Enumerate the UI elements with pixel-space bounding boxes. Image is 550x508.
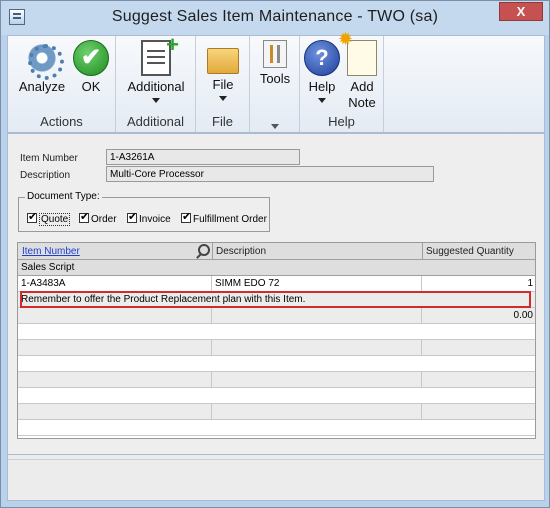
- checkmark-icon: ✔: [73, 40, 109, 76]
- group-expand-tools[interactable]: [250, 118, 299, 129]
- ribbon-group-file: File File: [196, 36, 250, 132]
- file-button[interactable]: File: [200, 40, 246, 101]
- file-label: File: [212, 77, 234, 92]
- lookup-icon[interactable]: [198, 244, 210, 256]
- table-row[interactable]: 1-A3483A SIMM EDO 72 1: [18, 276, 535, 292]
- table-row[interactable]: 0.00: [18, 308, 535, 324]
- additional-label: Additional: [127, 79, 185, 94]
- quote-label: Quote: [39, 213, 71, 226]
- help-icon: ?: [304, 40, 340, 76]
- suggested-quantity-column-header: Suggested Quantity: [426, 246, 514, 257]
- sales-script-row[interactable]: [18, 420, 535, 436]
- group-label-additional: Additional: [126, 114, 185, 129]
- group-label-actions: Actions: [40, 114, 83, 129]
- table-row[interactable]: [18, 404, 535, 420]
- gear-icon: [24, 40, 64, 80]
- table-row[interactable]: [18, 372, 535, 388]
- ribbon-group-tools: Tools: [250, 36, 300, 132]
- description-label: Description: [20, 170, 71, 181]
- table-row[interactable]: [18, 340, 535, 356]
- item-number-label: Item Number: [20, 153, 78, 164]
- items-grid: Item Number Description Suggested Quanti…: [17, 242, 536, 439]
- order-label: Order: [91, 214, 117, 225]
- title-bar: Suggest Sales Item Maintenance - TWO (sa…: [1, 1, 549, 35]
- dropdown-arrow-icon: [152, 98, 160, 103]
- fulfillment-order-label: Fulfillment Order: [193, 214, 267, 225]
- dropdown-arrow-icon: [318, 98, 326, 103]
- column-divider: [212, 243, 213, 260]
- highlight-box: [20, 291, 531, 308]
- note-icon: [338, 29, 377, 76]
- chevron-down-icon: [270, 124, 279, 129]
- item-number-cell[interactable]: 1-A3483A: [18, 276, 212, 292]
- help-button[interactable]: ? Help: [302, 40, 342, 103]
- quantity-cell[interactable]: 0.00: [422, 308, 536, 324]
- item-number-column-link[interactable]: Item Number: [22, 246, 80, 257]
- ribbon-group-additional: Additional Additional: [116, 32, 196, 132]
- checkbox-checked-icon: [27, 210, 37, 223]
- item-number-cell[interactable]: [18, 308, 212, 324]
- quantity-cell[interactable]: 1: [422, 276, 536, 292]
- fulfillment-order-checkbox[interactable]: Fulfillment Order: [181, 210, 267, 225]
- sales-script-row[interactable]: [18, 324, 535, 340]
- checkbox-checked-icon: [79, 210, 89, 223]
- grid-header: Item Number Description Suggested Quanti…: [18, 243, 535, 260]
- tools-icon: [263, 40, 287, 68]
- close-button[interactable]: X: [499, 2, 543, 21]
- sales-script-row[interactable]: [18, 388, 535, 404]
- ok-button[interactable]: ✔ OK: [72, 40, 110, 95]
- invoice-checkbox[interactable]: Invoice: [127, 210, 171, 225]
- form-area: Item Number 1-A3261A Description Multi-C…: [7, 133, 545, 455]
- window-title: Suggest Sales Item Maintenance - TWO (sa…: [111, 8, 439, 25]
- additional-button[interactable]: Additional: [120, 32, 192, 103]
- analyze-label: Analyze: [18, 79, 66, 94]
- sales-script-header: Sales Script: [18, 260, 535, 276]
- document-type-legend: Document Type:: [25, 191, 102, 202]
- column-divider: [422, 243, 423, 260]
- add-note-button[interactable]: Add Note: [338, 29, 382, 111]
- checkbox-checked-icon: [127, 210, 137, 223]
- order-checkbox[interactable]: Order: [79, 210, 117, 225]
- group-label-file: File: [212, 114, 233, 129]
- status-bar: [7, 455, 545, 501]
- description-column-header: Description: [216, 246, 267, 257]
- dropdown-arrow-icon: [219, 96, 227, 101]
- invoice-label: Invoice: [139, 214, 171, 225]
- description-field[interactable]: Multi-Core Processor: [106, 166, 434, 182]
- description-cell[interactable]: SIMM EDO 72: [212, 276, 422, 292]
- tools-button[interactable]: Tools: [254, 40, 296, 87]
- group-label-help: Help: [328, 114, 355, 129]
- checkbox-checked-icon: [181, 210, 191, 223]
- ok-label: OK: [81, 79, 101, 94]
- quote-checkbox[interactable]: Quote: [27, 210, 71, 226]
- analyze-button[interactable]: Analyze: [14, 40, 70, 95]
- folder-icon: [207, 48, 239, 74]
- sales-script-row[interactable]: [18, 356, 535, 372]
- tools-label: Tools: [259, 71, 291, 86]
- item-number-field[interactable]: 1-A3261A: [106, 149, 300, 165]
- window: Suggest Sales Item Maintenance - TWO (sa…: [0, 0, 550, 508]
- document-type-group: Document Type: Quote Order Invoice Fulfi…: [18, 191, 270, 232]
- help-label: Help: [308, 79, 336, 94]
- additional-icon: [141, 32, 179, 76]
- add-note-label: Add Note: [348, 79, 376, 110]
- ribbon-group-actions: Analyze ✔ OK Actions: [8, 36, 116, 132]
- description-cell[interactable]: [212, 308, 422, 324]
- ribbon-group-help: ? Help Add Note Help: [300, 29, 384, 132]
- ribbon: Analyze ✔ OK Actions Additional Addition…: [7, 29, 545, 133]
